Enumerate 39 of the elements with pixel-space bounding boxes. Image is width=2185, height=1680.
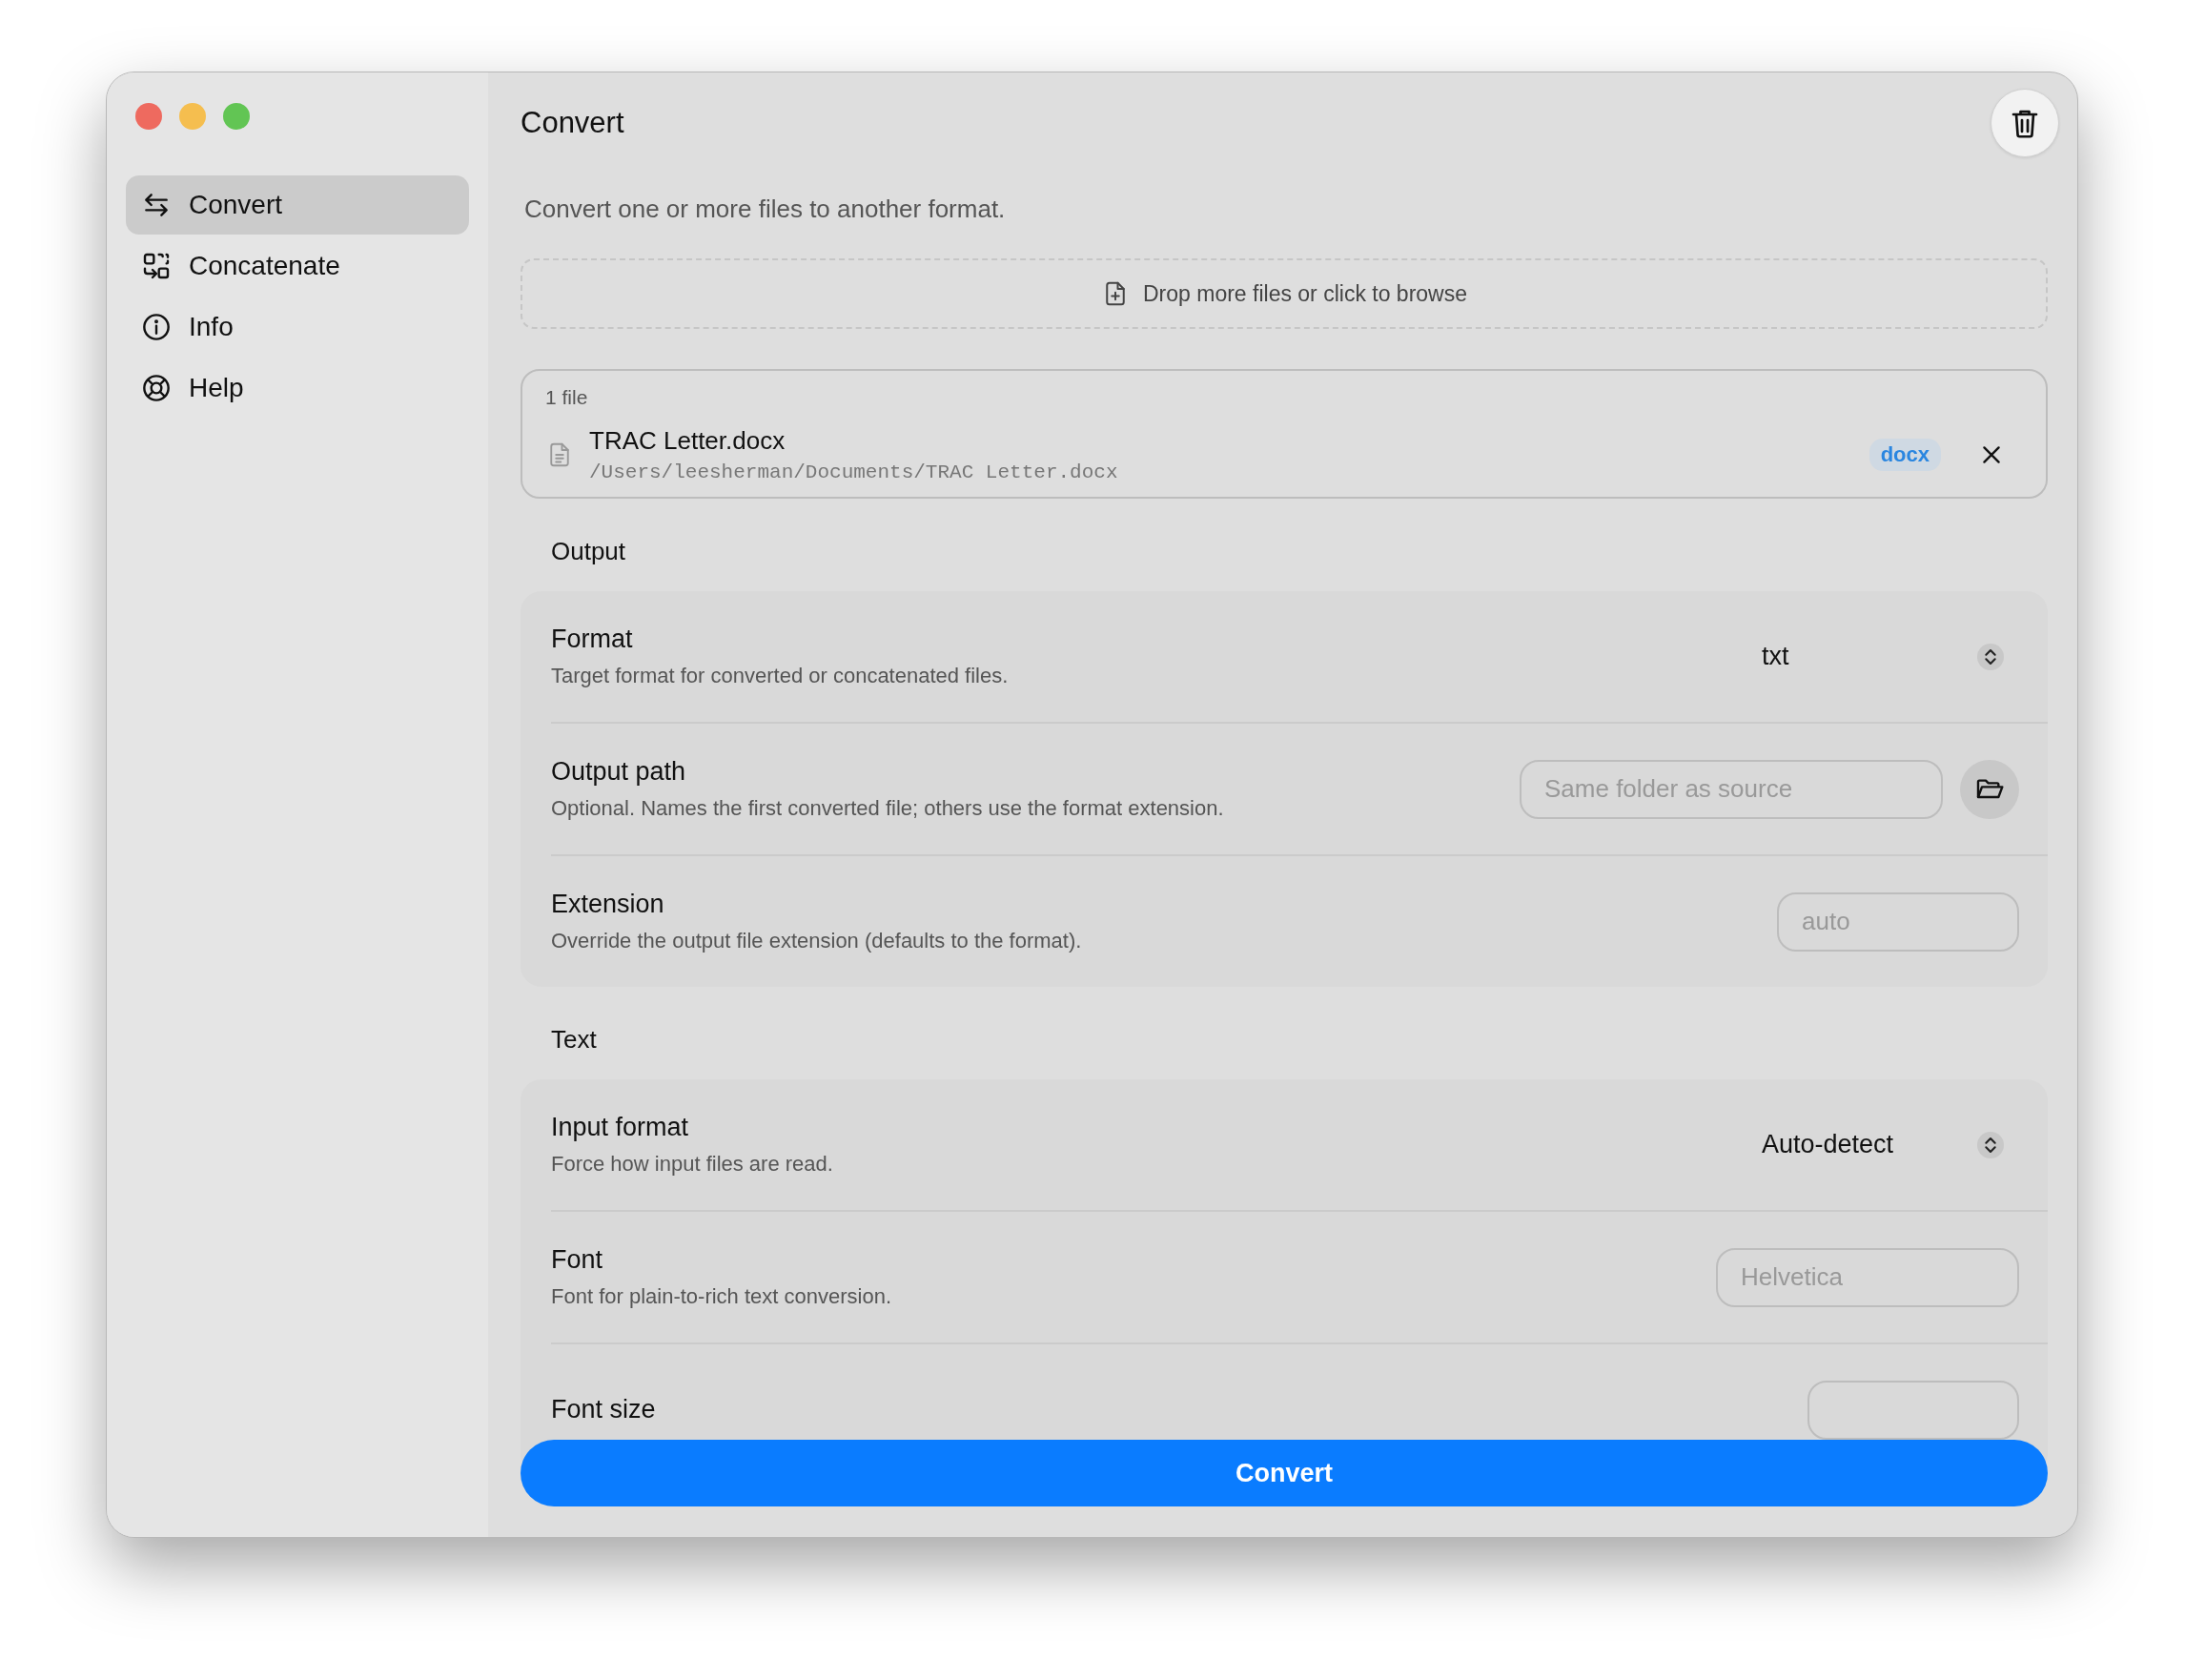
text-field[interactable]: auto <box>1777 891 2019 952</box>
setting-label: Extension <box>551 890 665 919</box>
setting-hint: Override the output file extension (defaults to the format). <box>551 929 1083 953</box>
setting-label: Font size <box>551 1395 657 1424</box>
lifebuoy-icon <box>141 373 172 403</box>
output-path-field[interactable]: Same folder as source <box>1520 759 1943 819</box>
sidebar-item[interactable]: Info <box>126 297 469 357</box>
file-count: 1 file <box>545 386 589 409</box>
sidebar-item[interactable]: Help <box>126 359 469 418</box>
text-field[interactable]: Helvetica <box>1716 1247 2019 1307</box>
setting-hint: Font for plain-to-rich text conversion. <box>551 1284 893 1309</box>
close-window-button[interactable] <box>135 103 162 130</box>
up-down-chevron-icon <box>1977 643 2004 670</box>
select-dropdown[interactable]: txt <box>1762 642 2019 671</box>
setting-label: Font <box>551 1245 604 1275</box>
convert-button[interactable]: Convert <box>521 1440 2048 1506</box>
sidebar-item[interactable]: Convert <box>126 175 469 235</box>
setting-hint: Target format for converted or concatenated files. <box>551 664 1010 688</box>
page-title: Convert <box>521 106 624 140</box>
file-path: /Users/leesherman/Documents/TRAC Letter.docx <box>589 461 1119 483</box>
squares-arrow-icon <box>141 251 172 281</box>
info-icon <box>141 312 172 342</box>
up-down-chevron-icon <box>1977 1131 2004 1158</box>
delete-button[interactable] <box>1991 89 2059 157</box>
setting-hint: Force how input files are read. <box>551 1152 834 1177</box>
file-type-badge: docx <box>1868 439 1941 471</box>
setting-label: Output path <box>551 757 687 787</box>
select-dropdown[interactable]: Auto-detect <box>1762 1130 2019 1159</box>
section-heading: Output <box>551 537 627 566</box>
sidebar-item[interactable]: Concatenate <box>126 236 469 296</box>
setting-label: Input format <box>551 1113 690 1142</box>
setting-label: Format <box>551 625 634 654</box>
setting-hint: Optional. Names the first converted file; others use the format extension. <box>551 796 1225 821</box>
section-heading: Text <box>551 1025 598 1055</box>
page-description: Convert one or more files to another format. <box>524 195 1007 224</box>
file-name: TRAC Letter.docx <box>589 426 786 456</box>
zoom-window-button[interactable] <box>223 103 250 130</box>
drop-zone[interactable]: Drop more files or click to browse <box>521 258 2048 329</box>
minimize-window-button[interactable] <box>179 103 206 130</box>
